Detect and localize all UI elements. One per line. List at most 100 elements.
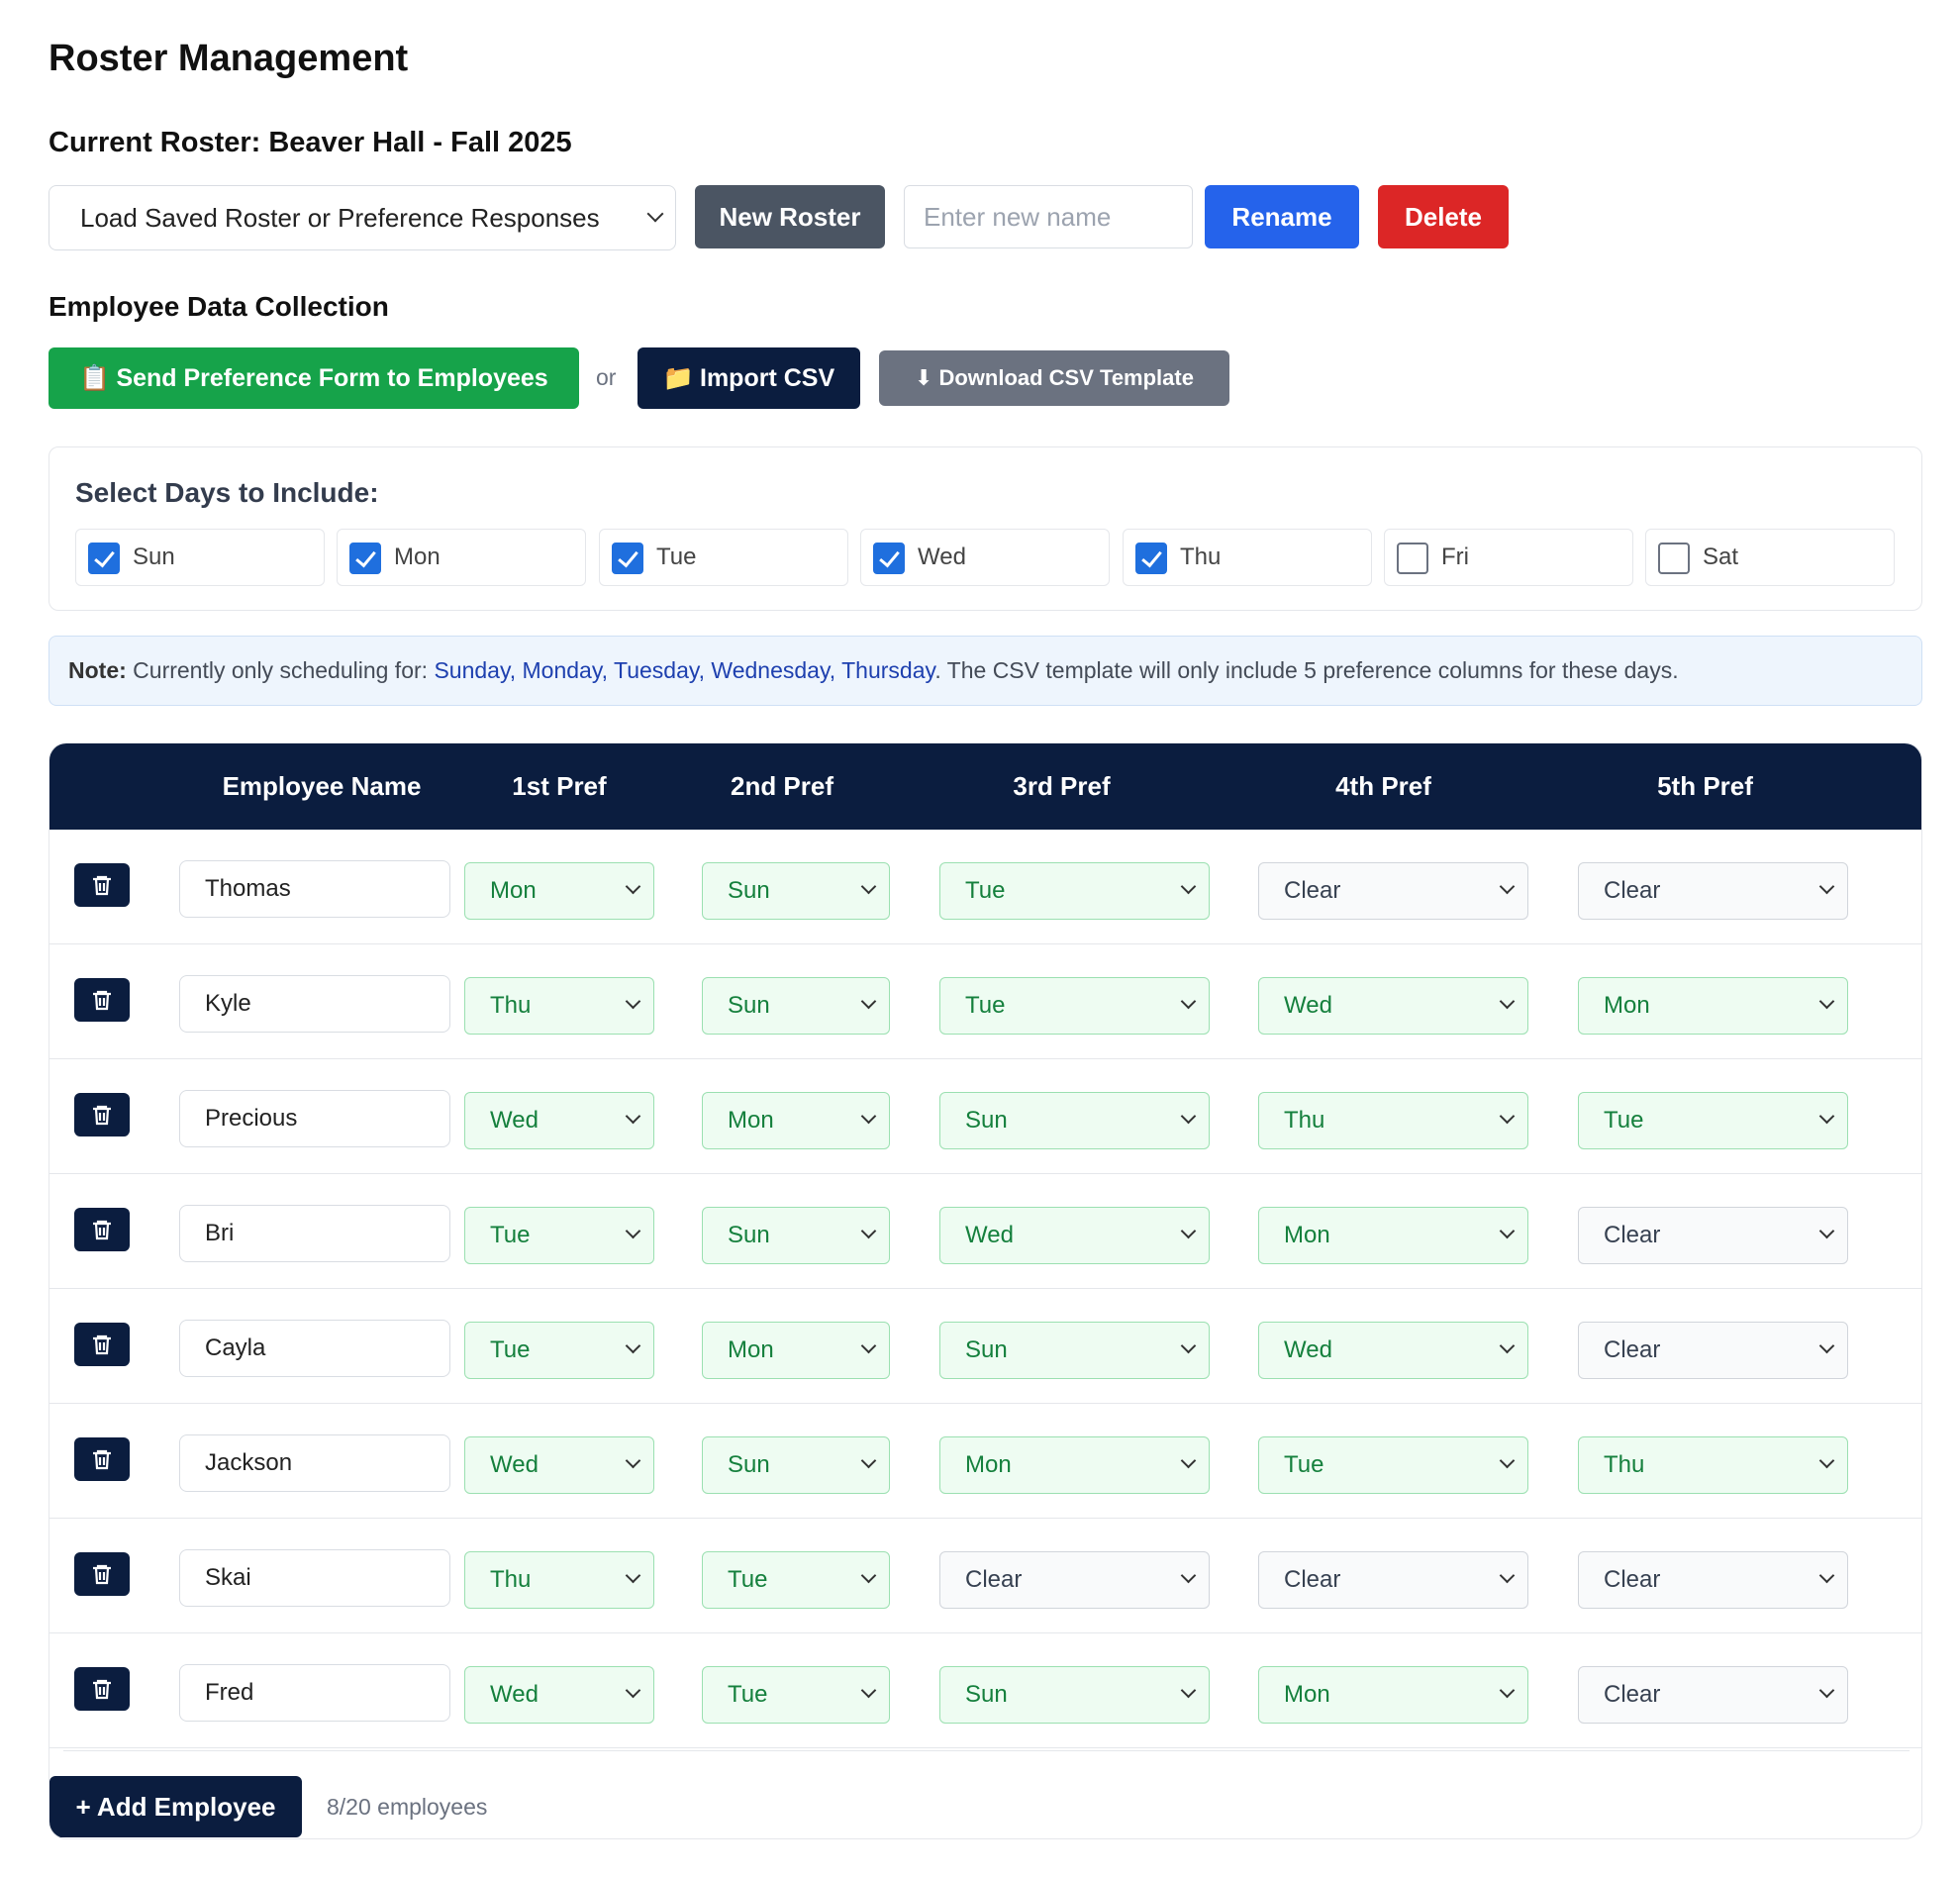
import-csv-button[interactable]: 📁 Import CSV [637,347,860,409]
day-checkbox-wed[interactable] [873,543,905,574]
pref-5-select[interactable]: Tue [1578,1092,1848,1149]
pref-select-value: Tue [1604,1107,1644,1134]
pref-2-select[interactable]: Sun [702,862,890,920]
pref-select-value: Clear [1604,1222,1661,1248]
chevron-down-icon [1180,1452,1197,1469]
add-employee-button[interactable]: + Add Employee [49,1776,302,1837]
pref-select-value: Wed [965,1222,1014,1248]
pref-3-select[interactable]: Clear [939,1551,1210,1609]
pref-1-select[interactable]: Thu [464,977,654,1035]
day-option-tue[interactable]: Tue [599,529,848,586]
pref-1-select[interactable]: Thu [464,1551,654,1609]
day-checkbox-tue[interactable] [612,543,643,574]
employee-name-input[interactable] [179,1549,450,1607]
send-preference-form-button[interactable]: 📋 Send Preference Form to Employees [49,347,579,409]
employee-name-input[interactable] [179,1320,450,1377]
days-panel-title: Select Days to Include: [75,477,379,508]
chevron-down-icon [1180,1567,1197,1584]
roster-controls: Load Saved Roster or Preference Response… [49,185,1533,250]
pref-5-select[interactable]: Clear [1578,1322,1848,1379]
pref-4-select[interactable]: Mon [1258,1207,1528,1264]
pref-3-select[interactable]: Tue [939,977,1210,1035]
employee-name-input[interactable] [179,1434,450,1492]
pref-5-select[interactable]: Clear [1578,862,1848,920]
day-checkbox-thu[interactable] [1135,543,1167,574]
pref-select-value: Sun [728,877,770,904]
pref-1-select[interactable]: Wed [464,1092,654,1149]
day-option-fri[interactable]: Fri [1384,529,1633,586]
pref-4-select[interactable]: Wed [1258,977,1528,1035]
day-checkbox-sat[interactable] [1658,543,1690,574]
day-option-sun[interactable]: Sun [75,529,325,586]
delete-employee-button[interactable] [74,1093,130,1136]
pref-4-select[interactable]: Thu [1258,1092,1528,1149]
day-label: Tue [656,543,697,570]
day-option-sat[interactable]: Sat [1645,529,1895,586]
pref-4-select[interactable]: Clear [1258,862,1528,920]
new-roster-button[interactable]: New Roster [695,185,885,248]
delete-employee-button[interactable] [74,1208,130,1251]
pref-1-select[interactable]: Wed [464,1436,654,1494]
pref-select-value: Sun [728,1451,770,1478]
day-checkbox-sun[interactable] [88,543,120,574]
chevron-down-icon [860,1567,877,1584]
day-option-thu[interactable]: Thu [1123,529,1372,586]
pref-4-select[interactable]: Clear [1258,1551,1528,1609]
pref-5-select[interactable]: Clear [1578,1207,1848,1264]
chevron-down-icon [860,878,877,895]
chevron-down-icon [1180,1223,1197,1239]
delete-employee-button[interactable] [74,1552,130,1596]
pref-3-select[interactable]: Wed [939,1207,1210,1264]
pref-5-select[interactable]: Mon [1578,977,1848,1035]
pref-2-select[interactable]: Tue [702,1551,890,1609]
delete-employee-button[interactable] [74,863,130,907]
roster-name-input[interactable] [904,185,1193,248]
delete-employee-button[interactable] [74,1323,130,1366]
load-roster-select[interactable]: Load Saved Roster or Preference Response… [49,185,676,250]
day-option-mon[interactable]: Mon [337,529,586,586]
day-checkbox-mon[interactable] [349,543,381,574]
download-csv-template-button[interactable]: ⬇ Download CSV Template [879,350,1229,406]
delete-employee-button[interactable] [74,1667,130,1711]
pref-3-select[interactable]: Sun [939,1666,1210,1724]
chevron-down-icon [1180,878,1197,895]
pref-5-select[interactable]: Clear [1578,1666,1848,1724]
pref-2-select[interactable]: Mon [702,1092,890,1149]
employee-name-input[interactable] [179,975,450,1033]
day-option-wed[interactable]: Wed [860,529,1110,586]
pref-4-select[interactable]: Mon [1258,1666,1528,1724]
employee-name-input[interactable] [179,1090,450,1147]
header-2nd-pref: 2nd Pref [730,771,834,801]
pref-2-select[interactable]: Tue [702,1666,890,1724]
delete-employee-button[interactable] [74,1437,130,1481]
pref-3-select[interactable]: Sun [939,1092,1210,1149]
pref-3-select[interactable]: Tue [939,862,1210,920]
pref-1-select[interactable]: Tue [464,1322,654,1379]
delete-button[interactable]: Delete [1378,185,1509,248]
pref-2-select[interactable]: Mon [702,1322,890,1379]
pref-4-select[interactable]: Tue [1258,1436,1528,1494]
pref-5-select[interactable]: Thu [1578,1436,1848,1494]
pref-2-select[interactable]: Sun [702,977,890,1035]
pref-1-select[interactable]: Tue [464,1207,654,1264]
employee-name-input[interactable] [179,860,450,918]
day-checkbox-fri[interactable] [1397,543,1428,574]
pref-1-select[interactable]: Wed [464,1666,654,1724]
pref-2-select[interactable]: Sun [702,1207,890,1264]
rename-button[interactable]: Rename [1205,185,1359,248]
chevron-down-icon [625,1337,641,1354]
chevron-down-icon [1818,1567,1835,1584]
chevron-down-icon [1180,1337,1197,1354]
chevron-down-icon [1180,993,1197,1010]
pref-5-select[interactable]: Clear [1578,1551,1848,1609]
delete-employee-button[interactable] [74,978,130,1022]
pref-3-select[interactable]: Mon [939,1436,1210,1494]
folder-icon: 📁 [662,364,694,392]
pref-2-select[interactable]: Sun [702,1436,890,1494]
pref-3-select[interactable]: Sun [939,1322,1210,1379]
employee-name-input[interactable] [179,1205,450,1262]
pref-1-select[interactable]: Mon [464,862,654,920]
employee-name-input[interactable] [179,1664,450,1722]
load-roster-select-value: Load Saved Roster or Preference Response… [80,203,600,233]
pref-4-select[interactable]: Wed [1258,1322,1528,1379]
